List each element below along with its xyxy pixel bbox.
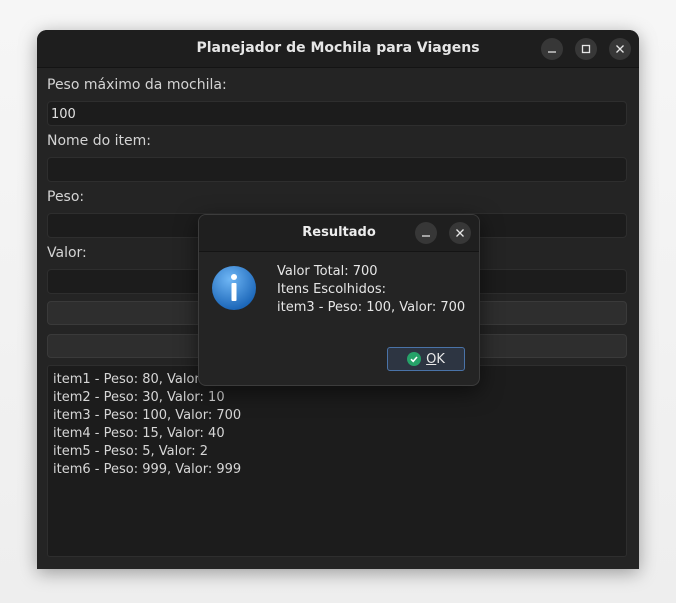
dialog-minimize-button[interactable] bbox=[415, 222, 437, 244]
maximize-button[interactable] bbox=[575, 38, 597, 60]
total-value-text: Valor Total: 700 bbox=[277, 264, 378, 279]
close-button[interactable] bbox=[609, 38, 631, 60]
ok-button[interactable]: OK bbox=[387, 347, 465, 371]
item-name-label: Nome do item: bbox=[47, 133, 151, 149]
items-list[interactable]: item1 - Peso: 80, Valor: 100 item2 - Pes… bbox=[47, 365, 627, 557]
dialog-close-button[interactable] bbox=[449, 222, 471, 244]
list-item[interactable]: item6 - Peso: 999, Valor: 999 bbox=[53, 461, 626, 479]
value-label: Valor: bbox=[47, 245, 87, 261]
minimize-icon bbox=[548, 51, 556, 53]
list-item[interactable]: item2 - Peso: 30, Valor: 10 bbox=[53, 389, 626, 407]
close-icon bbox=[616, 45, 624, 53]
dialog-titlebar[interactable]: Resultado bbox=[199, 215, 479, 252]
max-weight-input[interactable]: 100 bbox=[47, 101, 627, 126]
maximize-icon bbox=[581, 44, 591, 54]
max-weight-value: 100 bbox=[51, 107, 76, 122]
weight-label: Peso: bbox=[47, 189, 85, 205]
check-icon bbox=[407, 352, 422, 366]
list-item[interactable]: item3 - Peso: 100, Valor: 700 bbox=[53, 407, 626, 425]
info-icon bbox=[212, 266, 256, 310]
max-weight-label: Peso máximo da mochila: bbox=[47, 77, 227, 93]
minimize-button[interactable] bbox=[541, 38, 563, 60]
item-name-input[interactable] bbox=[47, 157, 627, 182]
chosen-items-heading: Itens Escolhidos: bbox=[277, 282, 386, 297]
list-item[interactable]: item4 - Peso: 15, Valor: 40 bbox=[53, 425, 626, 443]
minimize-icon bbox=[422, 235, 430, 237]
chosen-item-text: item3 - Peso: 100, Valor: 700 bbox=[277, 300, 466, 315]
window-titlebar[interactable]: Planejador de Mochila para Viagens bbox=[37, 30, 639, 68]
list-item[interactable]: item5 - Peso: 5, Valor: 2 bbox=[53, 443, 626, 461]
dialog-title: Resultado bbox=[302, 225, 376, 240]
close-icon bbox=[456, 229, 464, 237]
dialog-message: Valor Total: 700 Itens Escolhidos: item3… bbox=[277, 263, 465, 317]
ok-label: OK bbox=[426, 351, 445, 367]
result-dialog: Resultado Valor Total: 700 Itens Escolhi… bbox=[198, 214, 480, 386]
